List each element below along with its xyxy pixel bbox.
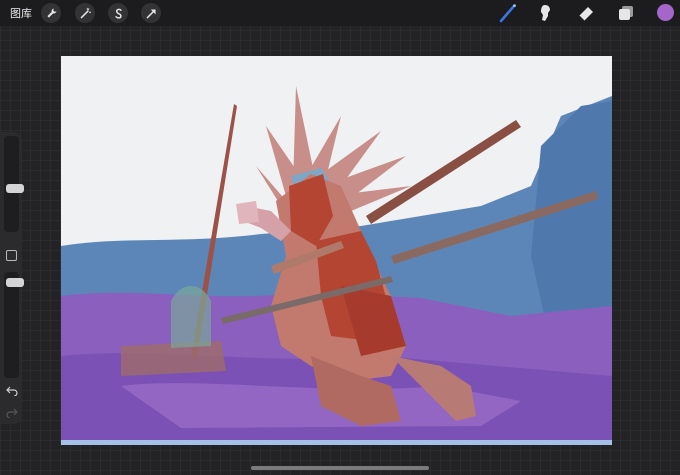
opacity-slider[interactable] [4, 272, 24, 378]
redo-icon[interactable] [6, 406, 18, 418]
color-picker-swatch[interactable] [657, 4, 674, 21]
undo-icon[interactable] [6, 384, 18, 396]
top-toolbar: 图库 [0, 0, 680, 26]
side-toolbar [0, 132, 24, 424]
smudge-icon[interactable] [536, 3, 556, 23]
modify-square-button[interactable] [6, 250, 17, 261]
brush-icon[interactable] [498, 3, 518, 23]
brush-size-handle[interactable] [6, 184, 24, 193]
brush-size-slider[interactable] [4, 136, 24, 232]
home-indicator [251, 466, 429, 470]
eraser-icon[interactable] [576, 3, 596, 23]
magic-wand-icon[interactable] [75, 3, 95, 23]
artwork-painting [61, 56, 612, 445]
wrench-icon[interactable] [41, 3, 61, 23]
opacity-handle[interactable] [6, 278, 24, 287]
gallery-button[interactable]: 图库 [10, 5, 32, 21]
selection-s-icon[interactable] [108, 3, 128, 23]
drawing-canvas[interactable] [61, 56, 612, 445]
transform-arrow-icon[interactable] [141, 3, 161, 23]
layers-icon[interactable] [616, 3, 636, 23]
